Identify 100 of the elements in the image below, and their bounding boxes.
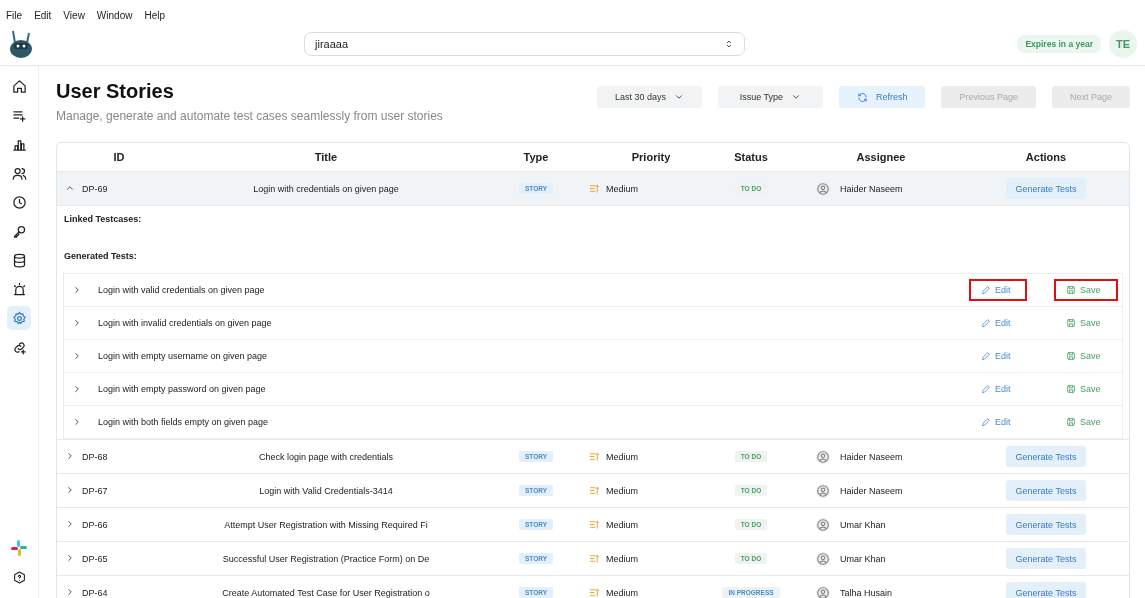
chevron-right-icon [72,351,82,361]
menu-item[interactable]: Help [144,9,165,21]
section-label: Linked Testcases: [63,213,143,226]
refresh-icon [856,91,868,103]
edit-button[interactable]: Edit [969,345,1027,367]
save-button[interactable]: Save [1054,312,1118,334]
test-title: Login with invalid credentials on given page [98,318,273,328]
chevron-right-icon [65,484,75,495]
key-icon [11,223,27,239]
story-id: DP-64 [82,587,108,598]
priority-icon [589,183,600,194]
column-header: Actions [1024,151,1068,163]
user-avatar[interactable]: TE [1109,29,1137,58]
issue-type-filter[interactable]: Issue Type [717,86,823,108]
person-icon [816,181,830,196]
test-title: Login with valid credentials on given page [98,285,266,295]
generate-tests-button[interactable]: Generate Tests [1005,548,1087,569]
story-id: DP-67 [82,485,108,496]
menu-item[interactable]: Edit [34,9,52,21]
siren-icon [11,281,27,297]
generate-tests-button[interactable]: Generate Tests [1005,514,1087,535]
users-icon [11,165,27,181]
menu-item[interactable]: File [6,9,23,21]
story-title: Login with Valid Credentials-3414 [258,485,394,496]
floppy-icon [1066,384,1076,394]
pencil-icon [981,417,991,427]
test-title: Login with empty password on given page [98,384,267,394]
story-title: Successful User Registration (Practice Form) on De [221,553,431,564]
priority-icon [589,587,600,598]
chevron-updown-icon [724,38,734,49]
priority-icon [589,519,600,530]
help-icon [12,571,26,584]
story-id: DP-65 [82,553,108,564]
assignee-name: Haider Naseem [840,183,903,194]
priority-icon [589,485,600,496]
page-subtitle: Manage, generate and automate test cases seamlessly from user stories [56,109,443,123]
menu-item[interactable]: View [63,9,85,21]
edit-button[interactable]: Edit [969,279,1027,301]
pencil-icon [981,384,991,394]
slack-icon[interactable] [10,539,28,557]
chevron-right-icon [65,586,75,597]
person-icon [816,551,830,566]
date-filter[interactable]: Last 30 days [596,86,702,108]
assignee-name: Umar Khan [840,553,886,564]
person-icon [816,585,830,598]
column-header: Type [522,151,550,163]
generate-tests-button[interactable]: Generate Tests [1005,446,1087,467]
assignee-name: Umar Khan [840,519,886,530]
priority-label: Medium [606,553,638,564]
generate-tests-button[interactable]: Generate Tests [1005,480,1087,501]
chevron-right-icon [72,417,82,427]
chevron-right-icon [65,518,75,529]
expand-toggle[interactable] [65,586,75,598]
priority-label: Medium [606,587,638,598]
chevron-right-icon [72,318,82,328]
pencil-icon [981,351,991,361]
page-title: User Stories [56,80,175,103]
pencil-icon [981,285,991,295]
save-button[interactable]: Save [1054,279,1118,301]
chevron-down-icon [791,92,802,102]
test-title: Login with both fields empty on given page [98,417,270,427]
edit-button[interactable]: Edit [969,312,1027,334]
floppy-icon [1066,417,1076,427]
save-button[interactable]: Save [1054,345,1118,367]
story-title: Check login page with credentials [257,451,395,462]
generate-tests-button[interactable]: Generate Tests [1005,178,1087,199]
test-title: Login with empty username on given page [98,351,269,361]
robot-logo [8,28,34,59]
generate-tests-button[interactable]: Generate Tests [1005,582,1087,598]
home-icon [11,78,27,94]
project-select[interactable]: jiraaaa [304,31,745,56]
story-id: DP-69 [82,183,108,194]
refresh-button[interactable]: Refresh [838,86,926,108]
edit-button[interactable]: Edit [969,378,1027,400]
story-title: Attempt User Registration with Missing Required Fi [223,519,429,530]
menu-item[interactable]: Window [96,9,133,21]
save-button[interactable]: Save [1054,411,1118,433]
link-add-icon [11,339,27,355]
priority-label: Medium [606,519,638,530]
story-id: DP-68 [82,451,108,462]
priority-label: Medium [606,183,638,194]
person-icon [816,483,830,498]
chevron-down-icon [673,92,684,102]
assignee-name: Talha Husain [840,587,893,598]
clock-icon [11,194,27,210]
section-label: Generated Tests: [63,250,138,262]
save-button[interactable]: Save [1054,378,1118,400]
column-header: Status [733,151,769,163]
gear-icon [11,310,27,326]
database-icon [11,252,27,268]
chevron-right-icon [72,384,82,394]
priority-icon [589,553,600,564]
chevron-right-icon [72,285,82,295]
column-header: Title [313,151,339,163]
column-header: Assignee [855,151,907,163]
chevron-right-icon [65,552,75,563]
person-icon [816,449,830,464]
column-header: Priority [630,151,672,163]
pencil-icon [981,318,991,328]
edit-button[interactable]: Edit [969,411,1027,433]
